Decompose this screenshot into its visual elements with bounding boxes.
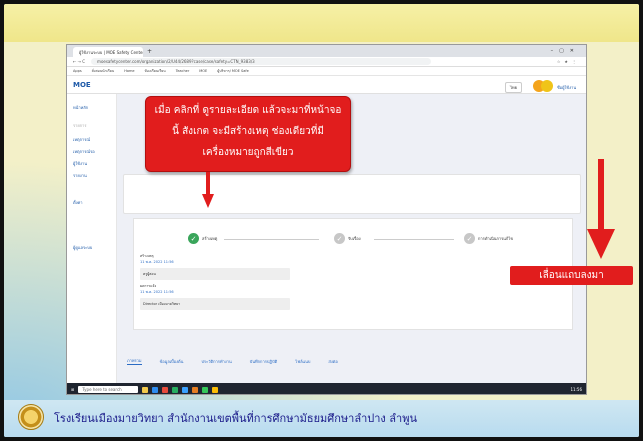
callout-line: เมื่อ คลิกที่ ดูรายละเอียด แล้วจะมาที่หน…: [154, 105, 342, 116]
scroll-down-arrow-icon: [587, 159, 615, 259]
step-connector: [224, 239, 319, 240]
step-label: รับเรื่อง: [348, 236, 361, 241]
windows-start-icon[interactable]: ⊞: [71, 387, 74, 392]
address-bar: ← → C moesafetycenter.com/organization/2…: [67, 57, 586, 67]
window-controls[interactable]: –▢✕: [551, 48, 580, 54]
browser-extensions-icons[interactable]: ☆★⋮: [557, 59, 580, 64]
tab-actions[interactable]: บันทึกการปฏิบัติ: [250, 358, 278, 365]
user-name[interactable]: ชื่อผู้ใช้งาน: [557, 84, 576, 91]
step-created: ✓ สร้างเหตุ: [188, 233, 217, 244]
powerpoint-icon[interactable]: [192, 386, 199, 393]
tab-history[interactable]: ประวัติการทำงาน: [201, 358, 231, 365]
detail-by: ครูผู้สอน: [140, 268, 290, 280]
sidebar-item-settings[interactable]: ตั้งค่า: [73, 199, 82, 206]
line-icon[interactable]: [202, 386, 209, 393]
sidebar-item-events[interactable]: เหตุการณ์: [73, 136, 90, 143]
detail-date: 11 พ.ค. 2022 11:56: [140, 260, 174, 264]
app-icon[interactable]: [162, 386, 169, 393]
bookmark[interactable]: Home: [124, 69, 134, 73]
tab-overview[interactable]: ภาพรวม: [127, 357, 142, 365]
language-button[interactable]: ไทย: [505, 82, 522, 93]
progress-steps: ✓ สร้างเหตุ ✓ รับเรื่อง ✓ การดำเนินการแก…: [133, 218, 573, 330]
avatar[interactable]: [541, 80, 553, 92]
sidebar-item-reports[interactable]: รายงาน: [73, 172, 87, 179]
browser-tab[interactable]: ผู้ใช้งานระบบ | MOE Safety Center x: [73, 47, 143, 57]
word-icon[interactable]: [182, 386, 189, 393]
sidebar-item-pending[interactable]: เหตุการณ์รอ: [73, 148, 95, 155]
callout-line: เครื่องหมายถูกสีเขียว: [202, 147, 294, 158]
sidebar: หน้าหลัก รายการ เหตุการณ์ เหตุการณ์รอ ผู…: [67, 94, 117, 383]
detail-tabs: ภาพรวม ข้อมูลเบื้องต้น ประวัติการทำงาน บ…: [127, 355, 547, 367]
step-label: สร้างเหตุ: [202, 236, 218, 241]
callout-line: นี้ สังเกต จะมีสร้างเหตุ ช่องเดียวที่มี: [172, 126, 324, 137]
app-logo[interactable]: MOE: [73, 81, 91, 89]
bookmark[interactable]: MOE: [199, 69, 207, 73]
bookmark[interactable]: Teacher: [176, 69, 190, 73]
tab-forward[interactable]: ส่งต่อ: [328, 358, 337, 365]
scroll-instruction-label: เลื่อนแถบลงมา: [510, 266, 633, 285]
check-icon: ✓: [334, 233, 345, 244]
slide-background: ผู้ใช้งานระบบ | MOE Safety Center x + –▢…: [4, 4, 639, 437]
step-label: การดำเนินการแก้ไข: [478, 236, 514, 241]
folder-icon[interactable]: [142, 386, 149, 393]
sidebar-item-admin[interactable]: ผู้ดูแลระบบ: [73, 244, 92, 251]
sidebar-item-users[interactable]: ผู้ใช้งาน: [73, 160, 87, 167]
tab-basic-info[interactable]: ข้อมูลเบื้องต้น: [160, 358, 184, 365]
check-icon: ✓: [464, 233, 475, 244]
step-connector: [374, 239, 454, 240]
url-field[interactable]: moesafetycenter.com/organization/2/U44/2…: [91, 58, 432, 65]
arrow-down-icon: [202, 172, 214, 208]
tab-attachments[interactable]: ไฟล์แนบ: [295, 358, 310, 365]
detail-date-2: 11 พ.ค. 2022 11:56: [140, 290, 174, 294]
presentation-slide: ผู้ใช้งานระบบ | MOE Safety Center x + –▢…: [0, 0, 643, 441]
new-tab-icon[interactable]: +: [147, 48, 152, 55]
step-received: ✓ รับเรื่อง: [334, 233, 361, 244]
taskbar-clock[interactable]: 11:56: [570, 387, 582, 392]
bookmark[interactable]: ห้องเรียนเรียน: [145, 68, 166, 74]
browser-tabstrip: ผู้ใช้งานระบบ | MOE Safety Center x + –▢…: [67, 45, 586, 57]
sidebar-item-home[interactable]: หน้าหลัก: [73, 104, 88, 111]
detail-note: Director เมืองมายวิทยา: [140, 298, 290, 310]
windows-taskbar: ⊞ Type here to search 11:56: [67, 383, 586, 394]
excel-icon[interactable]: [172, 386, 179, 393]
step-detail: สร้างเหตุ 11 พ.ค. 2022 11:56 ครูผู้สอน ผ…: [140, 253, 290, 310]
bookmark[interactable]: สั่งสอนนักเรียน: [92, 68, 115, 74]
chrome-icon[interactable]: [212, 386, 219, 393]
case-header-card: [123, 174, 581, 214]
footer-school-name: โรงเรียนเมืองมายวิทยา สำนักงานเขตพื้นที่…: [54, 412, 417, 425]
sidebar-section: รายการ: [73, 123, 87, 128]
edge-icon[interactable]: [152, 386, 159, 393]
check-icon: ✓: [188, 233, 199, 244]
taskbar-search[interactable]: Type here to search: [78, 386, 139, 393]
instruction-callout: เมื่อ คลิกที่ ดูรายละเอียด แล้วจะมาที่หน…: [145, 96, 351, 172]
bookmarks-bar: Apps สั่งสอนนักเรียน Home ห้องเรียนเรียน…: [67, 67, 586, 76]
step-resolving: ✓ การดำเนินการแก้ไข: [464, 233, 513, 244]
app-topnav: MOE ไทย ชื่อผู้ใช้งาน: [67, 78, 586, 94]
bookmark[interactable]: ผู้บริหาร/ MOE Safe: [217, 68, 248, 74]
school-emblem-icon: [18, 404, 44, 430]
nav-arrows-icon[interactable]: ← → C: [73, 59, 85, 64]
bookmark[interactable]: Apps: [73, 69, 82, 73]
